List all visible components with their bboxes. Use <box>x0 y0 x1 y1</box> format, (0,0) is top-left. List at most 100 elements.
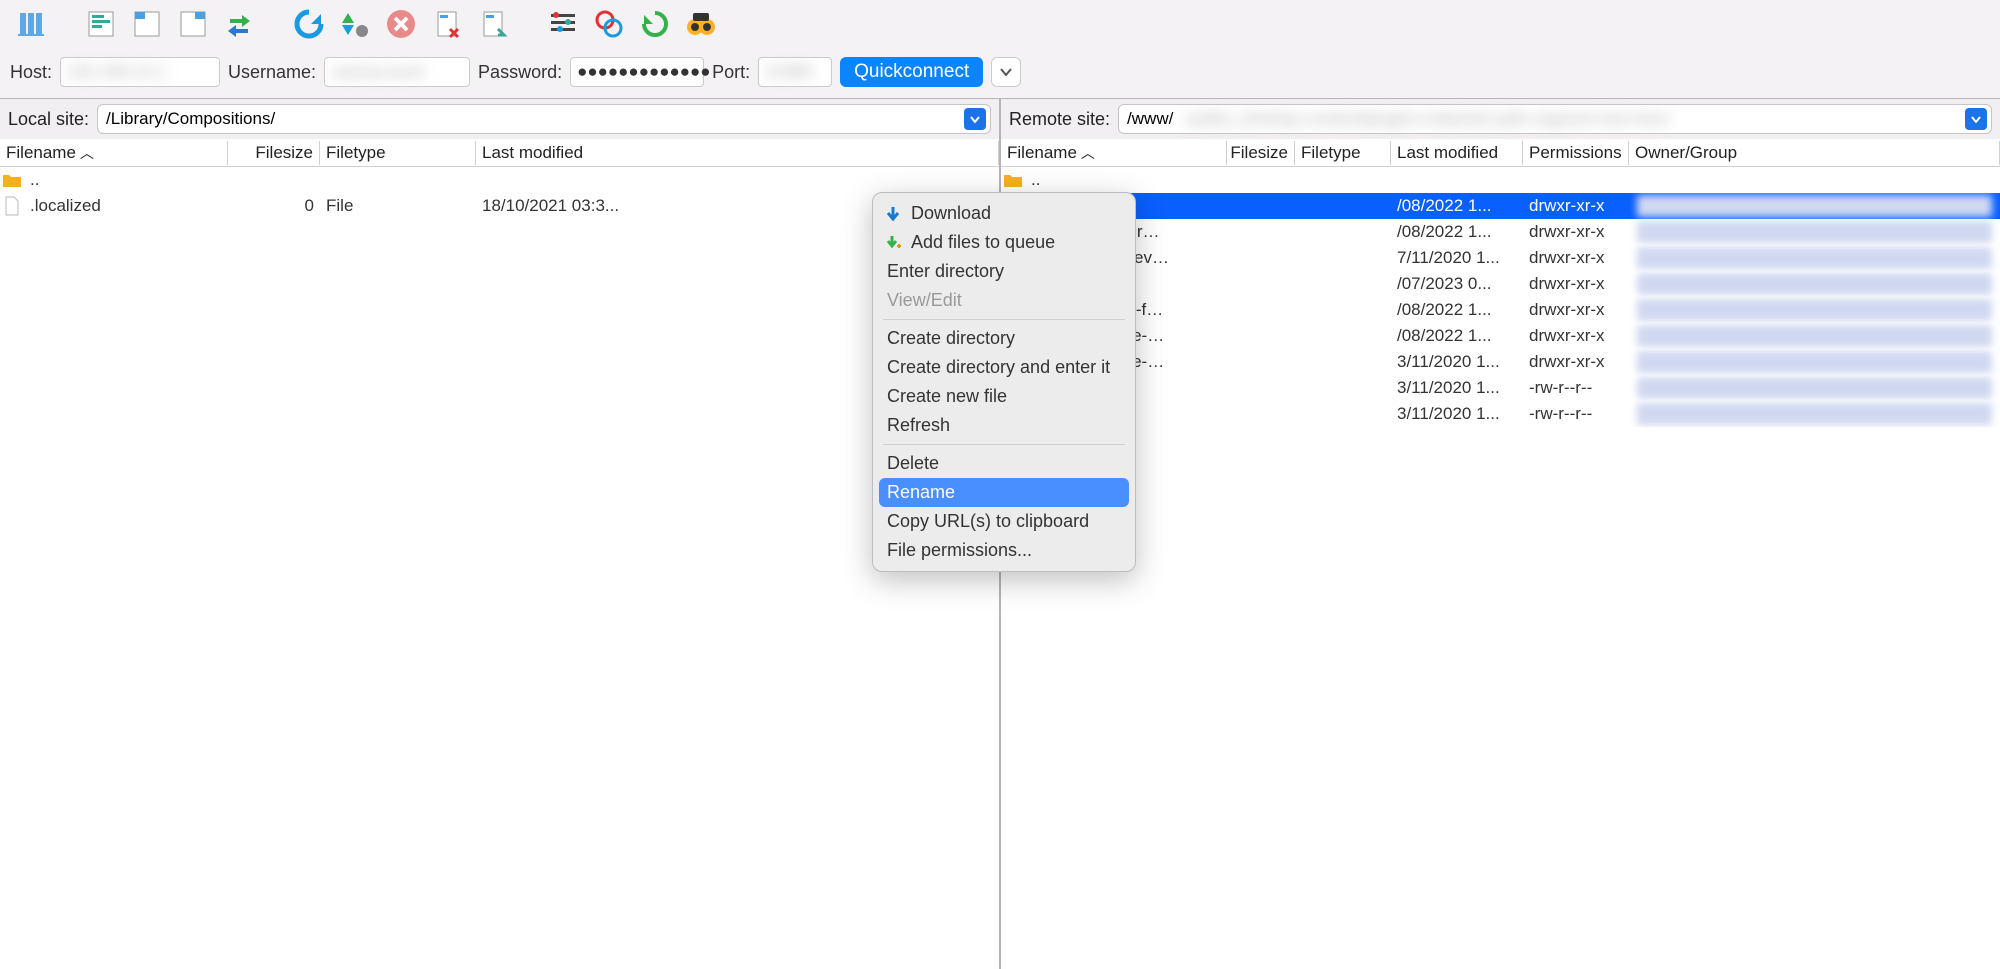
pane-left-icon <box>132 9 162 39</box>
file-row[interactable]: woocommerce-…/08/2022 1...drwxr-xr-x <box>1001 323 2000 349</box>
file-row[interactable]: woo-checkout-f…/08/2022 1...drwxr-xr-x <box>1001 297 2000 323</box>
menu-item-label: Add files to queue <box>911 232 1055 253</box>
local-file-list[interactable]: .. .localized0File18/10/2021 03:3... <box>0 167 999 969</box>
header-modified[interactable]: Last modified <box>476 141 999 165</box>
cell-name: .. <box>24 170 228 190</box>
header-filename[interactable]: Filename ︿ <box>1001 141 1227 165</box>
file-row[interactable]: index.php3/11/2020 1...-rw-r--r-- <box>1001 401 2000 427</box>
file-row[interactable]: woocommerce-…3/11/2020 1...drwxr-xr-x <box>1001 349 2000 375</box>
site-manager-button[interactable] <box>10 4 52 44</box>
remote-path-combo[interactable]: public_html/wp-content/plugins redacted … <box>1118 104 1992 134</box>
quickconnect-history-button[interactable] <box>991 57 1021 87</box>
search-button[interactable] <box>680 4 722 44</box>
updown-gear-icon <box>340 9 370 39</box>
file-row[interactable]: hello.php3/11/2020 1...-rw-r--r-- <box>1001 375 2000 401</box>
cell-owner <box>1629 245 2000 271</box>
remote-path-input[interactable] <box>1127 109 1187 129</box>
cancel-button[interactable] <box>380 4 422 44</box>
cell-owner <box>1629 349 2000 375</box>
refresh-button[interactable] <box>288 4 330 44</box>
menu-item-label: Create new file <box>887 386 1007 407</box>
compare-button[interactable] <box>588 4 630 44</box>
remote-pane: Remote site: public_html/wp-content/plug… <box>1001 99 2000 969</box>
remote-file-list[interactable]: ..akismet/08/2022 1...drwxr-xr-xbetter-s… <box>1001 167 2000 969</box>
file-row[interactable]: .. <box>0 167 999 193</box>
combo-arrow-button[interactable] <box>964 108 986 130</box>
toggle-log-button[interactable] <box>80 4 122 44</box>
header-filetype[interactable]: Filetype <box>320 141 476 165</box>
cell-size: 0 <box>228 196 320 216</box>
file-row[interactable]: disable-post-rev…7/11/2020 1...drwxr-xr-… <box>1001 245 2000 271</box>
menu-item-download[interactable]: Download <box>873 199 1135 228</box>
menu-item-label: Copy URL(s) to clipboard <box>887 511 1089 532</box>
header-filename[interactable]: Filename ︿ <box>0 141 228 165</box>
menu-item-rename[interactable]: Rename <box>879 478 1129 507</box>
local-path-input[interactable] <box>106 109 964 129</box>
cell-modified: /08/2022 1... <box>1391 222 1523 242</box>
menu-item-create-directory-and-enter-it[interactable]: Create directory and enter it <box>873 353 1135 382</box>
toggle-local-tree-button[interactable] <box>126 4 168 44</box>
menu-item-copy-url-s-to-clipboard[interactable]: Copy URL(s) to clipboard <box>873 507 1135 536</box>
cell-modified: /08/2022 1... <box>1391 300 1523 320</box>
chevron-down-icon <box>1000 68 1012 76</box>
menu-item-create-new-file[interactable]: Create new file <box>873 382 1135 411</box>
cell-modified: /07/2023 0... <box>1391 274 1523 294</box>
reconnect-button[interactable] <box>472 4 514 44</box>
header-modified[interactable]: Last modified <box>1391 141 1523 165</box>
combo-arrow-button[interactable] <box>1965 108 1987 130</box>
cell-owner <box>1629 323 2000 349</box>
quickconnect-bar: Host: 192.168.10.1 Username: useraccount… <box>0 54 2000 98</box>
file-row[interactable]: .. <box>1001 167 2000 193</box>
menu-separator <box>883 319 1125 320</box>
main-toolbar <box>0 0 2000 54</box>
cell-permissions: drwxr-xr-x <box>1523 248 1629 268</box>
menu-item-enter-directory[interactable]: Enter directory <box>873 257 1135 286</box>
remote-site-bar: Remote site: public_html/wp-content/plug… <box>1001 99 2000 139</box>
file-row[interactable]: better-search-r…/08/2022 1...drwxr-xr-x <box>1001 219 2000 245</box>
menu-item-create-directory[interactable]: Create directory <box>873 324 1135 353</box>
quickconnect-button[interactable]: Quickconnect <box>840 57 983 87</box>
cell-owner <box>1629 297 2000 323</box>
file-icon <box>4 196 20 216</box>
filter-button[interactable] <box>542 4 584 44</box>
cell-permissions: drwxr-xr-x <box>1523 352 1629 372</box>
password-label: Password: <box>478 62 562 83</box>
username-input[interactable]: useraccount <box>324 57 470 87</box>
file-row[interactable]: mu-plugins/07/2023 0...drwxr-xr-x <box>1001 271 2000 297</box>
toggle-remote-tree-button[interactable] <box>172 4 214 44</box>
sync-browse-button[interactable] <box>634 4 676 44</box>
context-menu[interactable]: Download Add files to queue Enter director… <box>872 192 1136 572</box>
disconnect-button[interactable] <box>426 4 468 44</box>
download-arrow-icon <box>885 205 901 223</box>
cell-permissions: drwxr-xr-x <box>1523 196 1629 216</box>
host-input[interactable]: 192.168.10.1 <box>60 57 220 87</box>
cell-modified: /08/2022 1... <box>1391 326 1523 346</box>
menu-item-label: Delete <box>887 453 939 474</box>
disconnect-icon <box>432 9 462 39</box>
header-permissions[interactable]: Permissions <box>1523 141 1629 165</box>
file-row[interactable]: .localized0File18/10/2021 03:3... <box>0 193 999 219</box>
chevron-down-icon <box>970 116 980 123</box>
cell-modified: 7/11/2020 1... <box>1391 248 1523 268</box>
menu-item-file-permissions[interactable]: File permissions... <box>873 536 1135 565</box>
menu-item-label: Rename <box>887 482 955 503</box>
cell-type: File <box>320 196 476 216</box>
menu-item-delete[interactable]: Delete <box>873 449 1135 478</box>
header-filesize[interactable]: Filesize <box>1227 141 1295 165</box>
folder-icon <box>2 172 22 188</box>
port-input[interactable]: 21980 <box>758 57 832 87</box>
server-icon <box>16 9 46 39</box>
process-queue-button[interactable] <box>334 4 376 44</box>
local-path-combo[interactable] <box>97 104 991 134</box>
remote-site-label: Remote site: <box>1009 109 1110 130</box>
password-input[interactable]: ●●●●●●●●●●●●● <box>570 57 704 87</box>
toggle-queue-button[interactable] <box>218 4 260 44</box>
menu-item-add-files-to-queue[interactable]: Add files to queue <box>873 228 1135 257</box>
header-filesize[interactable]: Filesize <box>228 141 320 165</box>
cell-permissions: drwxr-xr-x <box>1523 326 1629 346</box>
header-filetype[interactable]: Filetype <box>1295 141 1391 165</box>
compare-icon <box>594 9 624 39</box>
header-owner[interactable]: Owner/Group <box>1629 141 2000 165</box>
file-row[interactable]: akismet/08/2022 1...drwxr-xr-x <box>1001 193 2000 219</box>
menu-item-refresh[interactable]: Refresh <box>873 411 1135 440</box>
